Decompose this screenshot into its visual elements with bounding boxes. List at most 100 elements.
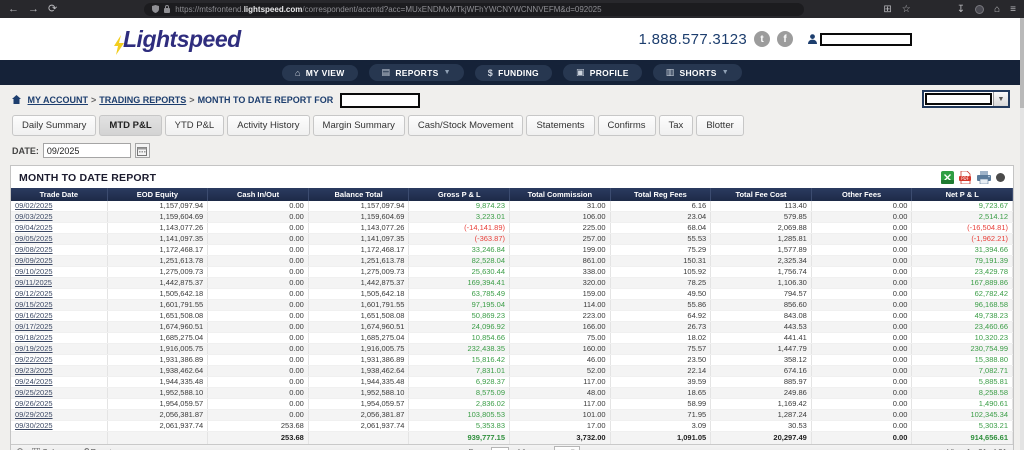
cell-cash-in-out: 0.00	[207, 211, 309, 223]
col-header-other-fees[interactable]: Other Fees	[811, 188, 913, 201]
tab-tax[interactable]: Tax	[658, 115, 694, 136]
trade-date-link[interactable]: 09/11/2025	[15, 278, 52, 287]
tab-activity-history[interactable]: Activity History	[227, 115, 310, 136]
cell-cash-in-out: 0.00	[207, 332, 309, 344]
page-input[interactable]	[491, 446, 510, 450]
cell-eod-equity: 1,275,009.73	[107, 266, 209, 278]
cell-balance-total: 2,061,937.74	[308, 420, 410, 432]
window-scrollbar[interactable]	[1020, 18, 1024, 450]
page-size-select[interactable]: 31▼	[554, 446, 580, 450]
facebook-icon[interactable]: f	[777, 31, 793, 47]
trade-date-link[interactable]: 09/15/2025	[15, 300, 53, 309]
nav-profile[interactable]: ▣ PROFILE	[562, 64, 642, 81]
profile-icon: ▣	[575, 67, 585, 77]
browser-avatar[interactable]	[975, 4, 985, 14]
cell-other-fees: 0.00	[811, 354, 913, 366]
cell-total-fee-cost: 1,447.79	[710, 343, 812, 355]
nav-my-view[interactable]: ⌂ MY VIEW	[282, 64, 358, 81]
trade-date-link[interactable]: 09/08/2025	[15, 245, 53, 254]
col-header-eod-equity[interactable]: EOD Equity	[107, 188, 209, 201]
print-icon[interactable]	[977, 171, 991, 184]
nav-shorts[interactable]: ▥ SHORTS ▼	[652, 64, 742, 81]
cell-total-commission: 17.00	[509, 420, 611, 432]
home-icon[interactable]: ⌂	[994, 4, 1000, 15]
save-page-icon[interactable]: ⊞	[883, 4, 891, 15]
cell-balance-total: 1,157,097.94	[308, 201, 410, 212]
reload-icon[interactable]: ⟳	[48, 0, 57, 18]
col-header-trade-date[interactable]: Trade Date	[11, 188, 108, 201]
cell-gross-p-l: (-363.87)	[408, 233, 511, 245]
tab-margin-summary[interactable]: Margin Summary	[312, 115, 405, 136]
trade-date-link[interactable]: 09/09/2025	[15, 256, 53, 265]
trade-date-link[interactable]: 09/16/2025	[15, 311, 53, 320]
trade-date-link[interactable]: 09/22/2025	[15, 355, 53, 364]
twitter-icon[interactable]: t	[754, 31, 770, 47]
col-header-net-p-l[interactable]: Net P & L	[911, 188, 1013, 201]
col-header-cash-in-out[interactable]: Cash In/Out	[207, 188, 309, 201]
cell-total-fee-cost: 30.53	[710, 420, 812, 432]
trade-date-link[interactable]: 09/30/2025	[15, 421, 53, 430]
trade-date-link[interactable]: 09/03/2025	[15, 212, 53, 221]
tab-blotter[interactable]: Blotter	[696, 115, 744, 136]
excel-export-icon[interactable]	[941, 171, 954, 184]
lightspeed-logo[interactable]: Lightspeed	[112, 26, 241, 55]
trade-date-link[interactable]: 09/25/2025	[15, 388, 53, 397]
nav-funding[interactable]: $ FUNDING	[474, 64, 552, 81]
date-input[interactable]	[42, 143, 131, 158]
trade-date-link[interactable]: 09/19/2025	[15, 344, 53, 353]
tab-statements[interactable]: Statements	[526, 115, 595, 136]
breadcrumb-trading-reports[interactable]: TRADING REPORTS	[99, 95, 186, 105]
col-header-balance-total[interactable]: Balance Total	[308, 188, 410, 201]
nav-reports[interactable]: ▤ REPORTS ▼	[368, 64, 464, 81]
cell-cash-in-out: 0.00	[207, 233, 309, 245]
cell-cash-in-out: 0.00	[207, 277, 309, 289]
trade-date-link[interactable]: 09/10/2025	[15, 267, 53, 276]
tab-cash-stock-movement[interactable]: Cash/Stock Movement	[407, 115, 524, 136]
table-row: 09/30/2025 2,061,937.74 253.68 2,061,937.74…	[11, 420, 1013, 432]
trade-date-link[interactable]: 09/04/2025	[15, 223, 53, 232]
trade-date-link[interactable]: 09/02/2025	[15, 201, 53, 210]
col-header-gross-p-l[interactable]: Gross P & L	[408, 188, 511, 201]
tab-daily-summary[interactable]: Daily Summary	[12, 115, 97, 136]
cell-net-p-l: 15,388.80	[911, 354, 1013, 366]
cell-balance-total: 2,056,381.87	[308, 409, 410, 421]
trade-date-link[interactable]: 09/29/2025	[15, 410, 53, 419]
cell-balance-total: 1,159,604.69	[308, 211, 410, 223]
tab-mtd-p-l[interactable]: MTD P&L	[99, 115, 162, 136]
breadcrumb: MY ACCOUNT > TRADING REPORTS > MONTH TO DATE…	[0, 85, 1024, 113]
cell-total-reg-fees: 71.95	[610, 409, 712, 421]
trade-date-link[interactable]: 09/12/2025	[15, 289, 53, 298]
breadcrumb-my-account[interactable]: MY ACCOUNT	[28, 95, 89, 105]
reports-icon: ▤	[381, 67, 391, 77]
account-name-redacted[interactable]	[820, 32, 912, 46]
trade-date-link[interactable]: 09/17/2025	[15, 322, 53, 331]
col-header-total-commission[interactable]: Total Commission	[509, 188, 611, 201]
col-header-total-reg-fees[interactable]: Total Reg Fees	[610, 188, 712, 201]
trade-date-link[interactable]: 09/05/2025	[15, 234, 53, 243]
browser-chrome: ← → ⟳ https://mtsfrontend.lightspeed.com…	[0, 0, 1024, 18]
trade-date-cell: 09/12/2025	[11, 288, 108, 300]
forward-icon[interactable]: →	[28, 0, 39, 18]
back-icon[interactable]: ←	[8, 0, 19, 18]
cell-total-commission: 31.00	[509, 201, 611, 212]
trade-date-link[interactable]: 09/23/2025	[15, 366, 53, 375]
trade-date-link[interactable]: 09/26/2025	[15, 399, 53, 408]
col-header-total-fee-cost[interactable]: Total Fee Cost	[710, 188, 812, 201]
menu-icon[interactable]: ≡	[1010, 4, 1016, 15]
calendar-icon[interactable]	[134, 143, 150, 158]
pdf-export-icon[interactable]: PDF	[959, 171, 972, 184]
account-selector[interactable]: ▼	[922, 90, 1010, 108]
tab-confirms[interactable]: Confirms	[597, 115, 656, 136]
trade-date-link[interactable]: 09/24/2025	[15, 377, 53, 386]
trade-date-link[interactable]: 09/18/2025	[15, 333, 53, 342]
chevron-down-icon: ▼	[993, 92, 1008, 106]
refresh-icon[interactable]	[996, 173, 1005, 182]
cell-eod-equity: 1,143,077.26	[107, 222, 209, 234]
address-bar[interactable]: https://mtsfrontend.lightspeed.com/corre…	[144, 2, 805, 16]
tab-ytd-p-l[interactable]: YTD P&L	[164, 115, 225, 136]
cell-net-p-l: 167,889.86	[911, 277, 1013, 289]
bookmark-star-icon[interactable]: ☆	[902, 4, 911, 15]
cell-total-fee-cost: 1,285.81	[710, 233, 812, 245]
downloads-icon[interactable]: ↧	[957, 4, 965, 15]
dollar-icon: $	[487, 67, 494, 78]
